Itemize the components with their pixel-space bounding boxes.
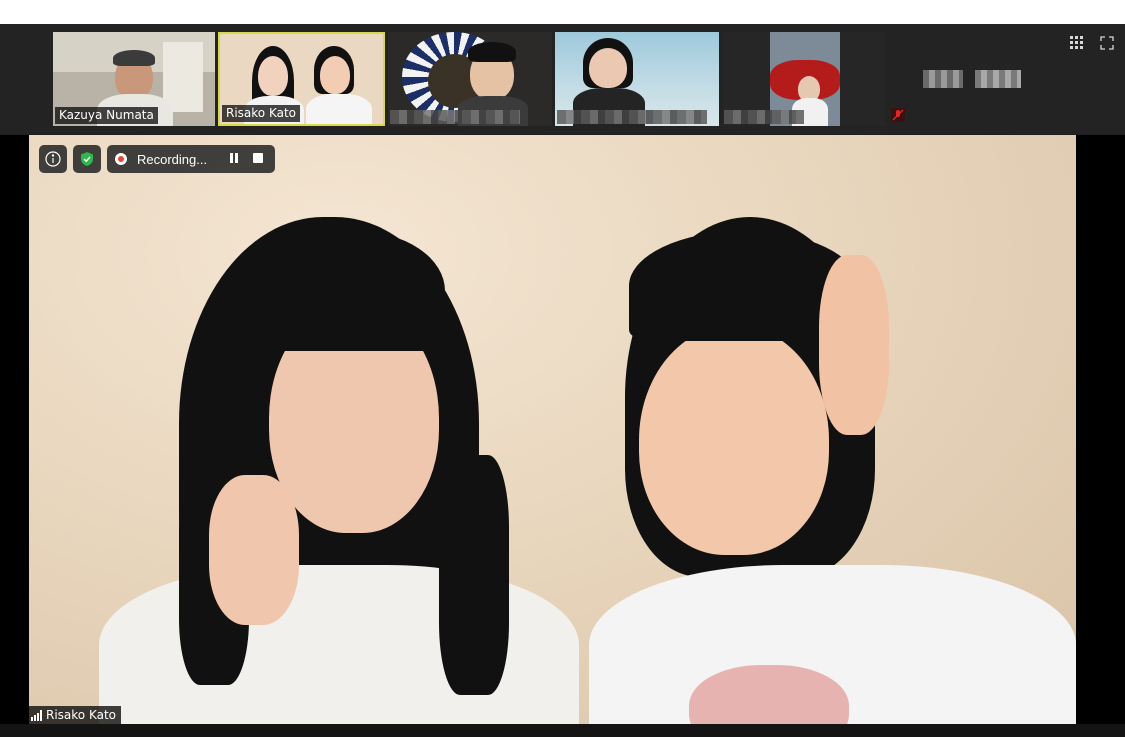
participant-thumb-5[interactable]: [722, 32, 886, 126]
main-speaker-name: Risako Kato: [46, 708, 117, 722]
letterbox-right: [1076, 135, 1125, 724]
participant-thumb-4[interactable]: [555, 32, 719, 126]
participant-thumb-1[interactable]: Kazuya Numata: [53, 32, 215, 126]
zoom-meeting-window: Kazuya Numata Risako Kato Recording... R…: [0, 24, 1125, 737]
participant-name: Risako Kato: [222, 105, 301, 122]
participant-name-blurred: [557, 110, 707, 124]
meeting-overlay-controls: Recording...: [39, 145, 276, 173]
view-controls: [1069, 36, 1115, 52]
shield-check-icon[interactable]: [73, 145, 101, 173]
participant-name: Kazuya Numata: [55, 107, 158, 124]
participant-thumb-2[interactable]: Risako Kato: [218, 32, 385, 126]
pause-recording-icon[interactable]: [227, 152, 241, 166]
fullscreen-icon[interactable]: [1099, 36, 1115, 52]
participant-name-blurred: [724, 110, 804, 124]
letterbox-left: [0, 135, 29, 724]
main-speaker-name-tag: Risako Kato: [29, 706, 122, 724]
participant-thumb-3[interactable]: [388, 32, 552, 126]
info-icon[interactable]: [39, 145, 67, 173]
bottom-bar: [0, 724, 1125, 737]
participant-thumb-6[interactable]: [889, 32, 1053, 126]
recording-bar: Recording...: [107, 145, 276, 173]
grid-view-icon[interactable]: [1069, 36, 1085, 52]
thumbnail-strip: Kazuya Numata Risako Kato: [0, 24, 1125, 134]
stop-recording-icon[interactable]: [251, 152, 265, 166]
recording-label: Recording...: [137, 151, 208, 167]
participant-name-blurred: [390, 110, 520, 124]
recording-dot-icon: [115, 153, 127, 165]
signal-strength-icon: [31, 709, 42, 721]
muted-mic-icon: [891, 108, 905, 122]
main-speaker-video: Recording... Risako Kato: [29, 135, 1076, 724]
